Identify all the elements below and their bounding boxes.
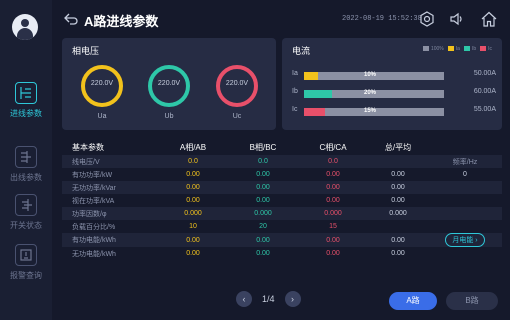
current-panel: 电流 100% Ia Ib Ic Ia 10% 50.00A Ib 20% 60… xyxy=(282,38,502,130)
datetime: 2022-08-19 15:52:38 xyxy=(342,15,422,23)
bar-percent: 15% xyxy=(364,108,377,114)
top-bar: A路进线参数 2022-08-19 15:52:38 xyxy=(52,0,510,38)
table-row: 负载百分比/% 10 20 15 xyxy=(72,223,337,231)
bar-label: Ic xyxy=(292,106,298,113)
sidebar-item-label: 出线参数 xyxy=(10,173,42,182)
back-icon[interactable] xyxy=(64,12,78,26)
home-icon[interactable] xyxy=(480,10,498,28)
bar-label: Ib xyxy=(292,88,298,95)
settings-icon[interactable] xyxy=(418,10,436,28)
bar-label: Ia xyxy=(292,70,298,77)
outgoing-line-icon xyxy=(15,146,37,168)
current-bar-ia: Ia 10% 50.00A xyxy=(292,70,496,82)
table-row: 有功功率/kW 0.00 0.00 0.00 0.00 0 xyxy=(62,168,502,181)
monthly-energy-button[interactable]: 月电能 › xyxy=(445,233,485,247)
phase-voltage-panel: 相电压 220.0V Ua 220.0V Ub 220.0V Uc xyxy=(62,38,276,130)
frequency-value: 0 xyxy=(463,171,467,178)
next-page-button[interactable]: › xyxy=(284,291,301,307)
current-bar-ib: Ib 20% 60.00A xyxy=(292,88,496,100)
sidebar: 进线参数 出线参数 开关状态 报警查询 xyxy=(0,0,52,320)
table-row: 功率因数/φ 0.000 0.000 0.000 0.000 xyxy=(62,207,502,220)
gauge-ua: 220.0V Ua xyxy=(78,62,126,120)
bar-max: 60.00A xyxy=(473,88,496,95)
legend-item: Ic xyxy=(480,46,492,52)
bar-fill xyxy=(304,90,332,98)
sidebar-item-label: 开关状态 xyxy=(10,221,42,230)
bar-max: 50.00A xyxy=(473,70,496,77)
gauge-value: 220.0V xyxy=(225,80,249,87)
table-row: 无功电能/kWh 0.00 0.00 0.00 0.00 xyxy=(72,250,405,258)
column-header: 基本参数 xyxy=(72,142,104,152)
route-b-button[interactable]: B路 xyxy=(446,292,498,310)
table-row: 线电压/V 0.0 0.0 0.0 频率/Hz xyxy=(62,155,502,168)
legend-item: 100% xyxy=(422,46,444,52)
panel-title: 相电压 xyxy=(72,46,100,56)
incoming-line-icon xyxy=(15,82,37,104)
pager: ‹ 1/4 › xyxy=(236,290,301,308)
switch-icon xyxy=(15,194,37,216)
gauge-ub: 220.0V Ub xyxy=(145,62,193,120)
column-header xyxy=(428,139,502,155)
bar-max: 55.00A xyxy=(473,106,496,113)
sidebar-item-alarm[interactable]: 报警查询 xyxy=(0,244,52,281)
current-legend: 100% Ia Ib Ic xyxy=(422,46,492,52)
bar-track: 10% xyxy=(304,72,444,80)
column-header: A相/AB xyxy=(179,142,207,152)
bar-percent: 20% xyxy=(364,90,377,96)
page-title: A路进线参数 xyxy=(84,14,159,29)
sidebar-item-incoming[interactable]: 进线参数 xyxy=(0,82,52,119)
column-header: B相/BC xyxy=(249,142,277,152)
gauge-label: Uc xyxy=(232,113,242,120)
gauge-value: 220.0V xyxy=(157,80,181,87)
page-indicator: 1/4 xyxy=(262,294,275,304)
legend-item: Ib xyxy=(463,46,476,52)
bar-fill xyxy=(304,72,318,80)
legend-item: Ia xyxy=(447,46,460,52)
sidebar-item-label: 进线参数 xyxy=(10,109,42,118)
parameter-table: 基本参数 A相/AB B相/BC C相/CA 总/平均 线电压/V 0.0 0.… xyxy=(62,139,502,260)
table-row: 无功功率/kVar 0.00 0.00 0.00 0.00 xyxy=(62,181,502,194)
sidebar-item-switch[interactable]: 开关状态 xyxy=(0,194,52,231)
route-a-button[interactable]: A路 xyxy=(389,292,437,310)
alarm-icon xyxy=(15,244,37,266)
current-bar-ic: Ic 15% 55.00A xyxy=(292,106,496,118)
gauge-label: Ua xyxy=(97,113,107,120)
frequency-label: 频率/Hz xyxy=(428,155,502,168)
table-header-row: 基本参数 A相/AB B相/BC C相/CA 总/平均 xyxy=(62,139,502,155)
gauge-label: Ub xyxy=(164,113,174,120)
avatar[interactable] xyxy=(12,14,38,40)
bar-fill xyxy=(304,108,325,116)
bar-track: 15% xyxy=(304,108,444,116)
sidebar-item-label: 报警查询 xyxy=(10,271,42,280)
speaker-icon[interactable] xyxy=(448,10,466,28)
table-row: 视在功率/kVA 0.00 0.00 0.00 0.00 xyxy=(72,197,405,205)
column-header: C相/CA xyxy=(319,142,347,152)
bar-track: 20% xyxy=(304,90,444,98)
panel-title: 电流 xyxy=(292,46,311,56)
table-row: 有功电能/kWh 0.00 0.00 0.00 0.00 月电能 › xyxy=(62,233,502,247)
gauge-uc: 220.0V Uc xyxy=(213,62,261,120)
prev-page-button[interactable]: ‹ xyxy=(236,291,252,307)
sidebar-item-outgoing[interactable]: 出线参数 xyxy=(0,146,52,183)
gauge-value: 220.0V xyxy=(90,80,114,87)
bar-percent: 10% xyxy=(364,72,377,78)
column-header: 总/平均 xyxy=(384,142,412,152)
